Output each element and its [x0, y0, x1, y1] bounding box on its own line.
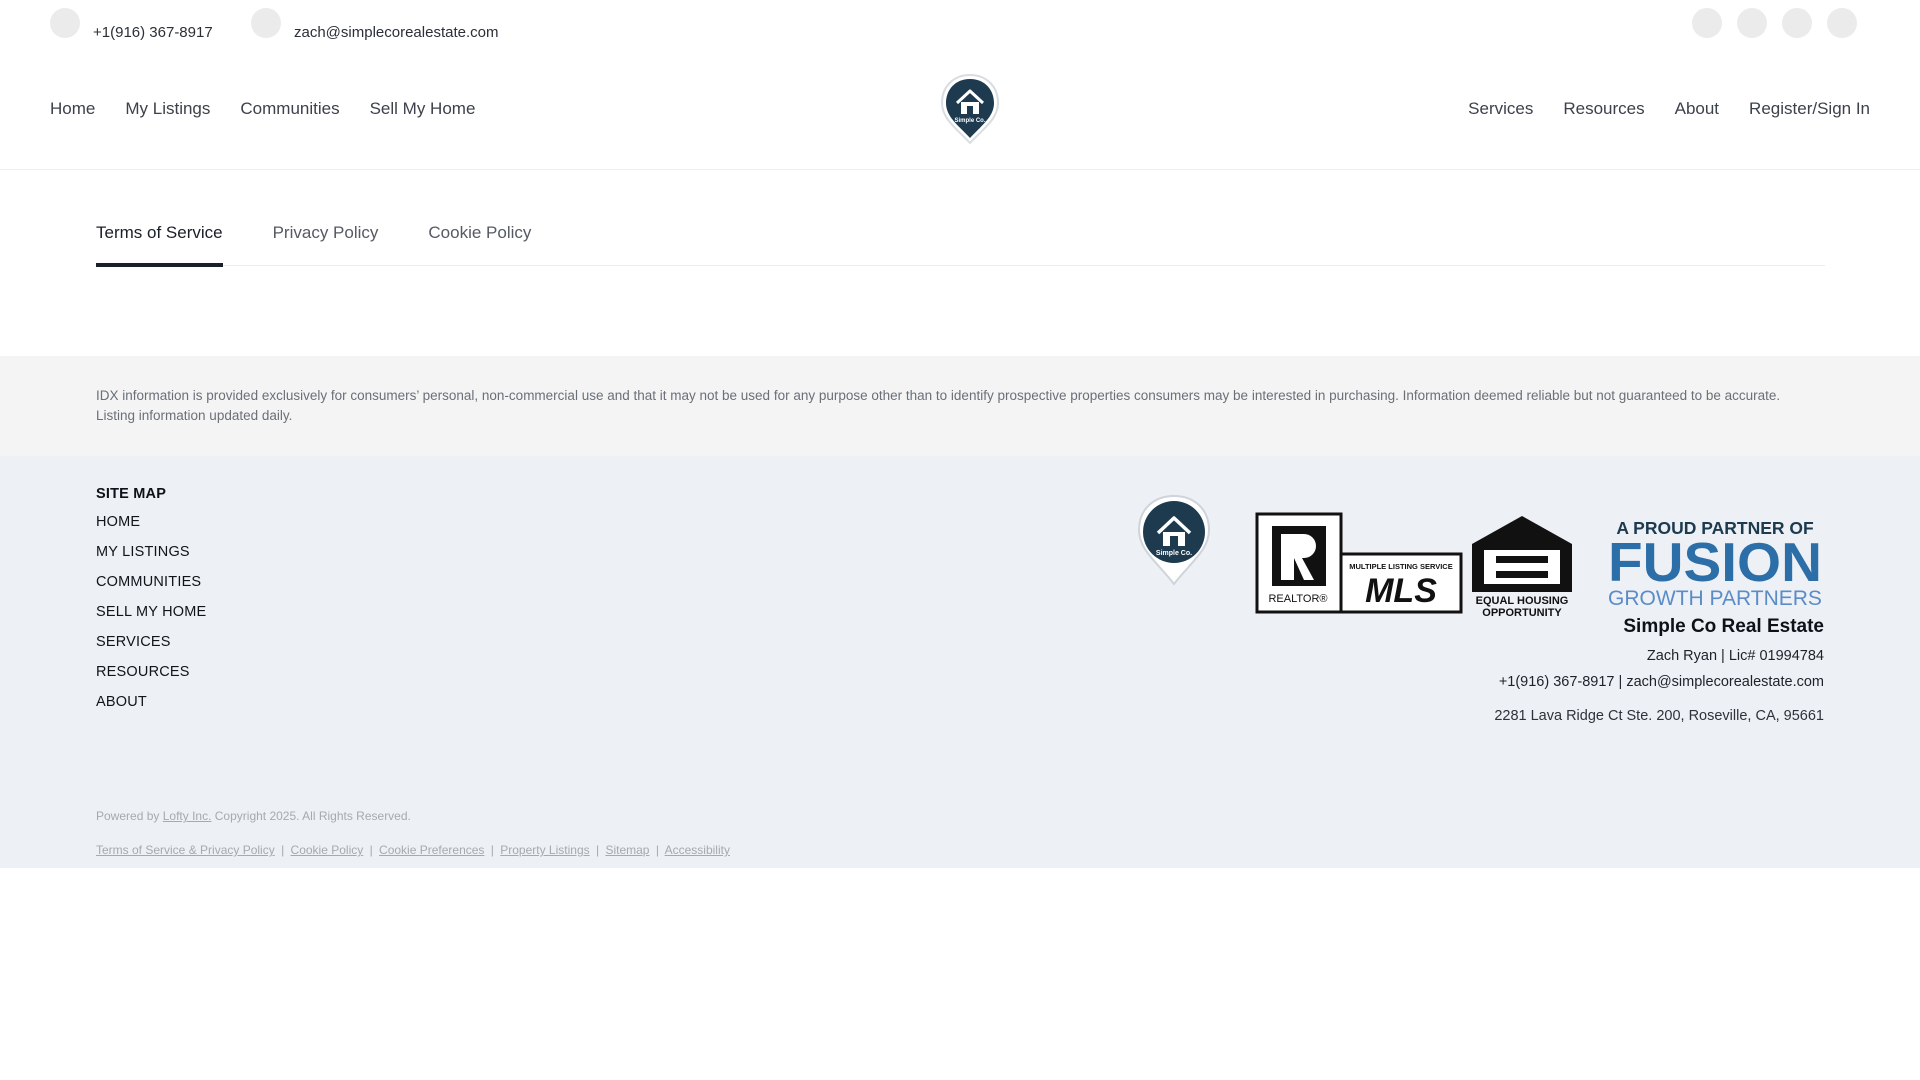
- site-footer: SITE MAP HOME MY LISTINGS COMMUNITIES SE…: [0, 456, 1920, 868]
- nav-resources[interactable]: Resources: [1563, 99, 1644, 119]
- nav-communities[interactable]: Communities: [240, 99, 339, 119]
- disclaimer-text: IDX information is provided exclusively …: [96, 388, 1781, 423]
- email-contact[interactable]: zach@simplecorealestate.com: [251, 8, 498, 41]
- company-name: Simple Co Real Estate: [1623, 616, 1824, 637]
- nav-my-listings[interactable]: My Listings: [125, 99, 210, 119]
- nav-right-group: Services Resources About Register/Sign I…: [1468, 99, 1870, 119]
- nav-left-group: Home My Listings Communities Sell My Hom…: [50, 99, 475, 119]
- company-info: Simple Co Real Estate Zach Ryan | Lic# 0…: [1494, 616, 1824, 724]
- realtor-mls-logo: REALTOR® MULTIPLE LISTING SERVICE MLS: [1255, 512, 1463, 616]
- phone-icon: [50, 8, 80, 38]
- tab-privacy-policy[interactable]: Privacy Policy: [273, 222, 379, 266]
- footer-logos: Simple Co. REALTOR® MULTIPLE LISTING SER…: [0, 484, 1920, 619]
- copyright-text: Copyright 2025. All Rights Reserved.: [214, 809, 411, 823]
- cookie-preferences-link[interactable]: Cookie Preferences: [379, 843, 484, 857]
- mls-label: MLS: [1365, 572, 1437, 610]
- legal-separator: |: [490, 843, 494, 857]
- policy-tabs: Terms of Service Privacy Policy Cookie P…: [96, 222, 1825, 267]
- legal-separator: |: [369, 843, 373, 857]
- nav-about[interactable]: About: [1675, 99, 1719, 119]
- idx-disclaimer: IDX information is provided exclusively …: [0, 356, 1920, 456]
- email-address: zach@simplecorealestate.com: [294, 24, 499, 41]
- powered-prefix: Powered by: [96, 809, 160, 823]
- logo-text: Simple Co.: [954, 118, 985, 124]
- legal-separator: |: [655, 843, 659, 857]
- nav-sell-my-home[interactable]: Sell My Home: [370, 99, 476, 119]
- facebook-icon[interactable]: [1692, 8, 1722, 38]
- sitemap-link[interactable]: Sitemap: [605, 843, 649, 857]
- sitemap-link-resources[interactable]: RESOURCES: [96, 664, 206, 694]
- sitemap-link-about[interactable]: ABOUT: [96, 694, 206, 724]
- tab-cookie-policy[interactable]: Cookie Policy: [428, 222, 531, 266]
- mls-subtitle: MULTIPLE LISTING SERVICE: [1349, 562, 1452, 571]
- brand-badge-logo: Simple Co.: [1133, 492, 1215, 588]
- nav-home[interactable]: Home: [50, 99, 95, 119]
- company-contact[interactable]: +1(916) 367-8917 | zach@simplecorealesta…: [1494, 674, 1824, 690]
- realtor-label: REALTOR®: [1268, 593, 1327, 605]
- social-links: [1692, 8, 1857, 38]
- site-logo[interactable]: Simple Co.: [937, 72, 1003, 146]
- badge-text: Simple Co.: [1156, 550, 1192, 557]
- powered-by: Powered by Lofty Inc. Copyright 2025. Al…: [96, 809, 411, 823]
- fusion-bottom-text: GROWTH PARTNERS: [1608, 587, 1822, 610]
- accessibility-link[interactable]: Accessibility: [665, 843, 730, 857]
- nav-services[interactable]: Services: [1468, 99, 1533, 119]
- youtube-icon[interactable]: [1827, 8, 1857, 38]
- nav-register-sign-in[interactable]: Register/Sign In: [1749, 99, 1870, 119]
- lofty-link[interactable]: Lofty Inc.: [163, 809, 212, 823]
- phone-number: +1(916) 367-8917: [93, 24, 213, 41]
- instagram-icon[interactable]: [1737, 8, 1767, 38]
- sitemap-link-services[interactable]: SERVICES: [96, 634, 206, 664]
- legal-separator: |: [595, 843, 600, 857]
- company-address: 2281 Lava Ridge Ct Ste. 200, Roseville, …: [1494, 708, 1824, 724]
- phone-contact[interactable]: +1(916) 367-8917: [50, 8, 213, 41]
- terms-privacy-link[interactable]: Terms of Service & Privacy Policy: [96, 843, 275, 857]
- eho-line-1: EQUAL HOUSING: [1476, 595, 1569, 607]
- linkedin-icon[interactable]: [1782, 8, 1812, 38]
- cookie-policy-link[interactable]: Cookie Policy: [291, 843, 364, 857]
- fusion-mid-text: FUSION: [1608, 531, 1822, 593]
- legal-separator: |: [281, 843, 285, 857]
- main-navigation: Home My Listings Communities Sell My Hom…: [0, 70, 1920, 170]
- equal-housing-logo: EQUAL HOUSING OPPORTUNITY: [1469, 514, 1575, 619]
- tab-terms-of-service[interactable]: Terms of Service: [96, 222, 223, 267]
- mail-icon: [251, 8, 281, 38]
- sitemap-link-sell-my-home[interactable]: SELL MY HOME: [96, 604, 206, 634]
- property-listings-link[interactable]: Property Listings: [500, 843, 589, 857]
- agent-license: Zach Ryan | Lic# 01994784: [1646, 648, 1824, 664]
- top-contact-bar: +1(916) 367-8917 zach@simplecorealestate…: [0, 0, 1920, 62]
- fusion-partner-logo: A PROUD PARTNER OF FUSION GROWTH PARTNER…: [1607, 514, 1823, 618]
- legal-links: Terms of Service & Privacy Policy | Cook…: [96, 843, 730, 857]
